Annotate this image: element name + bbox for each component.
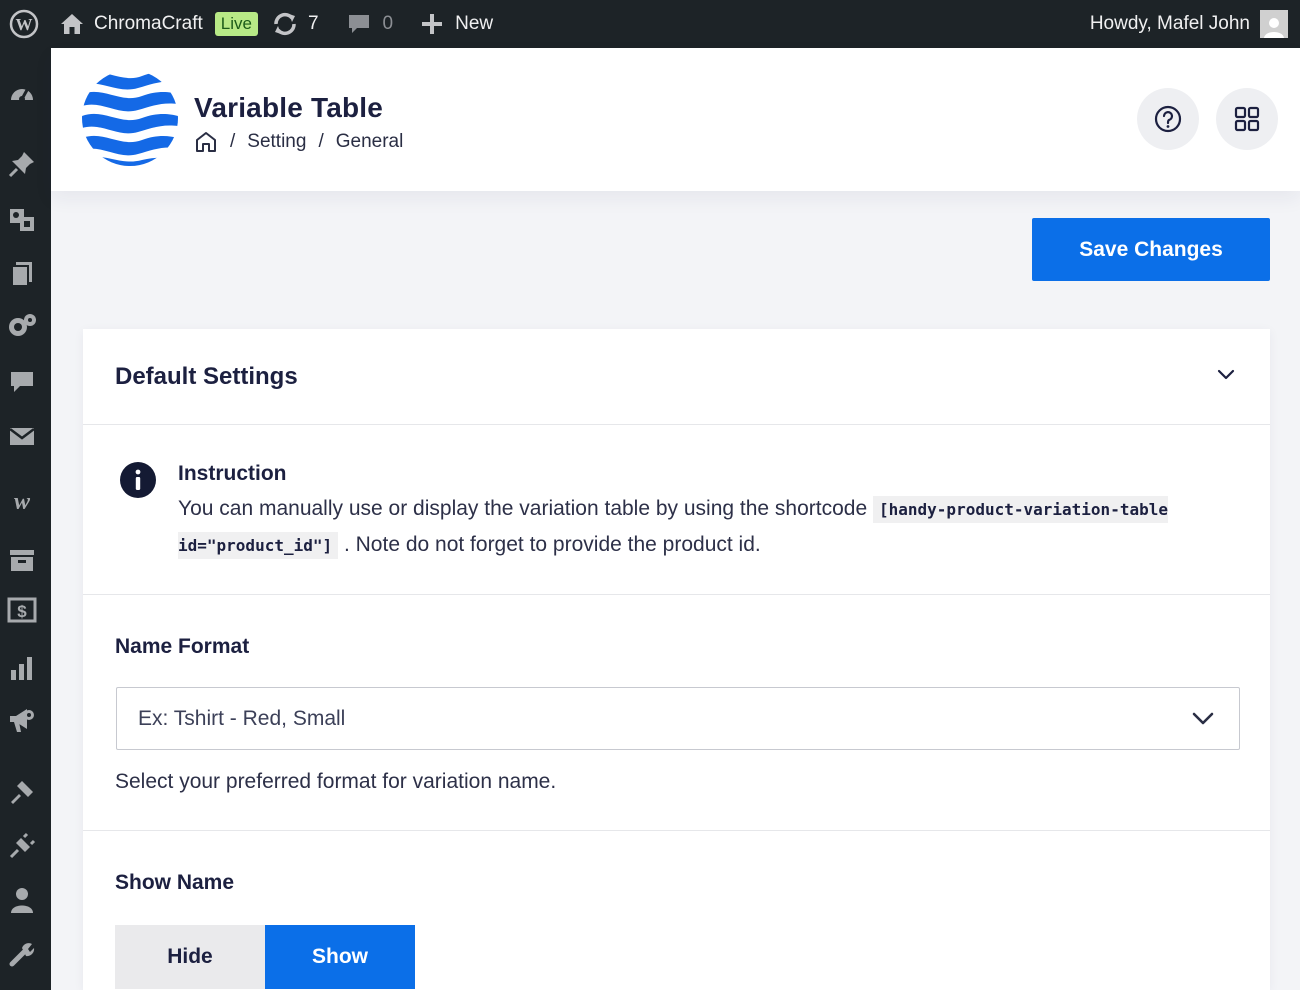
dashboard-icon[interactable] [6,78,38,110]
save-changes-button[interactable]: Save Changes [1032,218,1270,281]
user-menu[interactable]: Howdy, Mafel John [1090,0,1288,48]
new-label[interactable]: New [455,13,493,35]
site-menu[interactable]: ChromaCraft Live [60,0,258,48]
apps-menu-button[interactable] [1216,88,1278,150]
name-format-select[interactable]: Ex: Tshirt - Red, Small [116,687,1240,750]
plugins-icon[interactable] [6,830,38,862]
name-format-label: Name Format [115,635,250,658]
site-name[interactable]: ChromaCraft [94,13,203,35]
wordpress-logo-icon[interactable]: W [0,0,48,48]
woocommerce-icon[interactable]: w [6,486,38,518]
updates-count: 7 [307,13,319,34]
name-format-help: Select your preferred format for variati… [115,770,557,793]
breadcrumb-general: General [335,131,404,152]
comments-icon[interactable] [6,366,38,398]
breadcrumb-setting[interactable]: Setting [247,131,306,153]
default-settings-card: Default Settings Instruction You can man… [83,329,1270,990]
products-icon[interactable] [6,544,38,576]
page-title: Variable Table [194,92,384,123]
card-title: Default Settings [115,363,298,390]
show-name-section: Show Name Hide Show [83,831,1270,990]
live-badge: Live [214,12,258,36]
admin-bar: W ChromaCraft Live 7 0 New Howdy, Mafel … [0,0,1300,48]
show-name-label: Show Name [115,871,235,894]
media-icon[interactable] [6,204,38,236]
comments-menu[interactable]: 0 [347,0,394,48]
instruction-title: Instruction [178,462,287,485]
admin-sidebar: w $ [0,48,51,990]
marketing-icon[interactable] [6,704,38,736]
name-format-section: Name Format Ex: Tshirt - Red, Small Sele… [83,595,1270,831]
updates-icon [274,12,296,36]
plugin-header: Variable Table / Setting / General [51,48,1300,191]
show-option-button[interactable]: Show [265,925,415,989]
hide-option-button[interactable]: Hide [115,925,265,989]
chevron-down-icon[interactable] [1216,367,1236,381]
pages-icon[interactable] [6,258,38,290]
user-greeting[interactable]: Howdy, Mafel John [1090,13,1250,35]
instruction-text: You can manually use or display the vari… [178,491,1178,563]
question-icon [1154,105,1182,133]
name-format-selected-value: Ex: Tshirt - Red, Small [138,706,346,730]
analytics-icon[interactable] [6,652,38,684]
tools-icon[interactable] [6,938,38,970]
home-icon[interactable] [194,130,218,154]
breadcrumb-separator: / [318,131,324,152]
instruction-text-before: You can manually use or display the vari… [178,497,868,520]
card-header[interactable]: Default Settings [83,329,1270,425]
plus-icon [422,14,443,34]
plugin-logo-icon [82,71,178,166]
appearance-icon[interactable] [6,776,38,808]
posts-pin-icon[interactable] [6,148,38,180]
comments-count: 0 [382,13,394,34]
payments-icon[interactable]: $ [6,594,38,626]
avatar[interactable] [1260,10,1288,38]
svg-text:W: W [16,15,33,34]
info-icon [120,462,156,498]
updates-menu[interactable]: 7 [272,0,319,48]
svg-text:$: $ [17,602,27,621]
breadcrumb-separator: / [230,131,236,152]
grid-icon [1234,106,1260,132]
instruction-text-after: . Note do not forget to provide the prod… [343,533,761,556]
home-icon [61,14,83,34]
help-button[interactable] [1137,88,1199,150]
breadcrumb: / Setting / General [194,130,403,154]
mail-icon[interactable] [6,420,38,452]
gear-users-icon[interactable] [6,310,38,342]
chevron-down-icon [1192,712,1214,725]
svg-text:w: w [14,491,31,513]
comment-icon [348,15,369,33]
new-content-menu[interactable]: New [421,0,493,48]
instruction-block: Instruction You can manually use or disp… [83,425,1270,595]
show-name-toggle: Hide Show [115,925,415,989]
users-icon[interactable] [6,884,38,916]
